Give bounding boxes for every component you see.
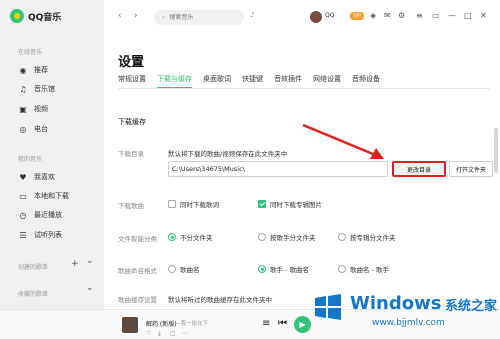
- annotation-arrow: [302, 123, 384, 159]
- playlist-mode-icon[interactable]: ≡: [262, 318, 270, 329]
- album-cover[interactable]: [122, 317, 138, 333]
- arrow-shaft: [302, 123, 374, 156]
- watermark-title: Windows: [350, 293, 442, 314]
- download-icon[interactable]: ⤓: [158, 330, 161, 338]
- more-icon[interactable]: ⋯: [182, 330, 188, 337]
- play-button[interactable]: ▶: [294, 316, 311, 333]
- windows-logo-icon: [315, 294, 341, 320]
- song-artist[interactable]: —我一姐在下: [175, 319, 208, 327]
- heart-icon[interactable]: ♡: [146, 330, 151, 337]
- watermark-cn: 系统之家: [445, 299, 498, 314]
- comment-icon[interactable]: ▢: [170, 330, 176, 337]
- previous-icon[interactable]: ⏮: [278, 318, 287, 329]
- song-title[interactable]: 解药 (新版): [146, 319, 177, 328]
- watermark-url: www.bjjmlv.com: [372, 318, 445, 328]
